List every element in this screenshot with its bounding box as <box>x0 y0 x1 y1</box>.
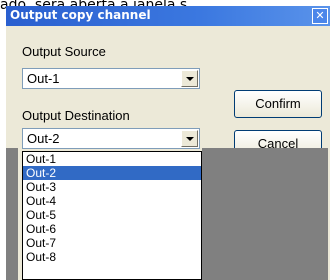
dropdown-option-out-7[interactable]: Out-7 <box>23 236 201 250</box>
output-source-dropdown-button[interactable] <box>181 70 198 87</box>
chevron-down-icon <box>186 137 194 141</box>
output-source-select[interactable]: Out-1 <box>22 68 200 89</box>
dropdown-option-out-8[interactable]: Out-8 <box>23 250 201 264</box>
close-icon: ✕ <box>315 9 325 22</box>
dropdown-option-out-3[interactable]: Out-3 <box>23 180 201 194</box>
dropdown-option-out-5[interactable]: Out-5 <box>23 208 201 222</box>
confirm-button[interactable]: Confirm <box>234 90 322 118</box>
output-source-label: Output Source <box>22 44 106 59</box>
close-button[interactable]: ✕ <box>312 8 328 24</box>
background-dark-area-left <box>6 148 18 280</box>
output-destination-select[interactable]: Out-2 <box>22 128 200 149</box>
chevron-down-icon <box>186 77 194 81</box>
output-destination-dropdown-button[interactable] <box>181 130 198 147</box>
background-dark-area-right <box>202 148 328 280</box>
output-destination-value: Out-2 <box>27 131 60 146</box>
screenshot: ado, será aberta a janela s Output copy … <box>0 0 330 280</box>
output-destination-dropdown-list: Out-1 Out-2 Out-3 Out-4 Out-5 Out-6 Out-… <box>22 151 202 280</box>
dropdown-option-out-2[interactable]: Out-2 <box>23 166 201 180</box>
output-source-value: Out-1 <box>27 71 60 86</box>
output-destination-label: Output Destination <box>22 108 130 123</box>
dropdown-option-out-6[interactable]: Out-6 <box>23 222 201 236</box>
dropdown-option-out-4[interactable]: Out-4 <box>23 194 201 208</box>
dropdown-option-out-1[interactable]: Out-1 <box>23 152 201 166</box>
dialog-title: Output copy channel <box>10 8 151 22</box>
title-bar[interactable]: Output copy channel ✕ <box>6 6 330 26</box>
